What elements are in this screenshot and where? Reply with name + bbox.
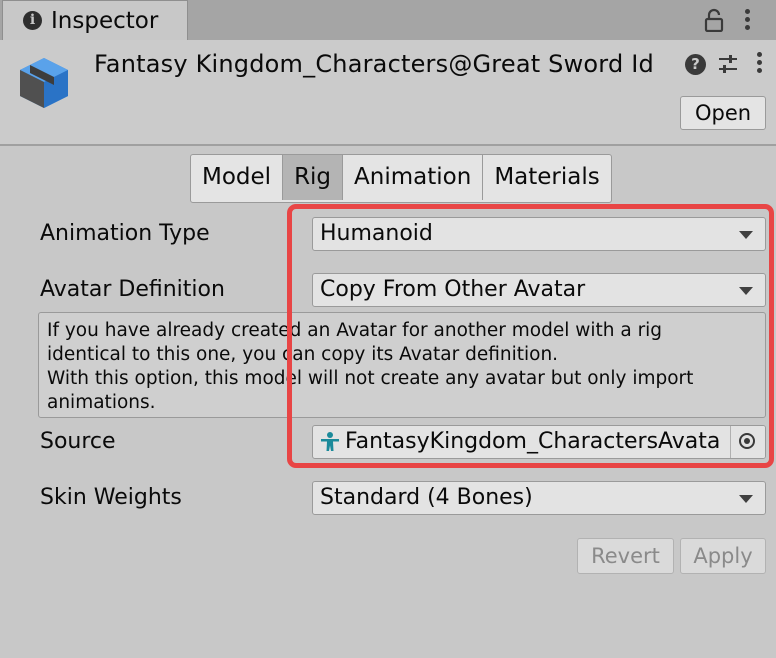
apply-button[interactable]: Apply — [680, 538, 766, 574]
dropdown-arrow-icon — [739, 231, 753, 239]
animation-type-label: Animation Type — [40, 221, 210, 246]
revert-button[interactable]: Revert — [577, 538, 674, 574]
open-button[interactable]: Open — [680, 96, 766, 130]
preset-sliders-icon[interactable] — [717, 53, 739, 75]
skin-weights-dropdown[interactable]: Standard (4 Bones) — [312, 481, 766, 515]
avatar-definition-dropdown[interactable]: Copy From Other Avatar — [312, 273, 766, 307]
skin-weights-label: Skin Weights — [40, 485, 182, 510]
help-icon[interactable]: ? — [685, 54, 706, 75]
help-line: identical to this one, you can copy its … — [47, 344, 559, 365]
avatar-definition-value: Copy From Other Avatar — [320, 277, 586, 302]
object-picker-icon[interactable] — [730, 426, 765, 458]
header-kebab-icon[interactable] — [757, 52, 762, 76]
importer-tabs: Model Rig Animation Materials — [190, 154, 612, 203]
source-value: FantasyKingdom_CharactersAvata — [345, 429, 721, 454]
help-line: If you have already created an Avatar fo… — [47, 320, 663, 341]
tab-inspector[interactable]: i Inspector — [2, 0, 188, 42]
skin-weights-value: Standard (4 Bones) — [320, 485, 533, 510]
avatar-icon — [319, 431, 341, 453]
source-object-field[interactable]: FantasyKingdom_CharactersAvata — [312, 425, 766, 459]
tab-materials[interactable]: Materials — [483, 155, 610, 200]
dropdown-arrow-icon — [739, 495, 753, 503]
tab-title: Inspector — [51, 8, 159, 34]
kebab-menu-icon[interactable] — [745, 9, 750, 33]
lock-icon[interactable] — [703, 8, 725, 33]
help-box: If you have already created an Avatar fo… — [38, 312, 766, 418]
help-line: With this option, this model will not cr… — [47, 368, 694, 389]
asset-cube-icon — [16, 52, 72, 112]
source-label: Source — [40, 429, 116, 454]
info-icon: i — [23, 11, 42, 30]
animation-type-dropdown[interactable]: Humanoid — [312, 217, 766, 251]
animation-type-value: Humanoid — [320, 221, 433, 246]
inspector-header: Fantasy Kingdom_Characters@Great Sword I… — [0, 40, 776, 146]
help-line: animations. — [47, 392, 156, 413]
tab-rig[interactable]: Rig — [283, 155, 344, 200]
avatar-definition-label: Avatar Definition — [40, 277, 225, 302]
asset-name: Fantasy Kingdom_Characters@Great Sword I… — [94, 50, 654, 78]
dropdown-arrow-icon — [739, 287, 753, 295]
tab-model[interactable]: Model — [191, 155, 284, 200]
tab-animation[interactable]: Animation — [343, 155, 484, 200]
